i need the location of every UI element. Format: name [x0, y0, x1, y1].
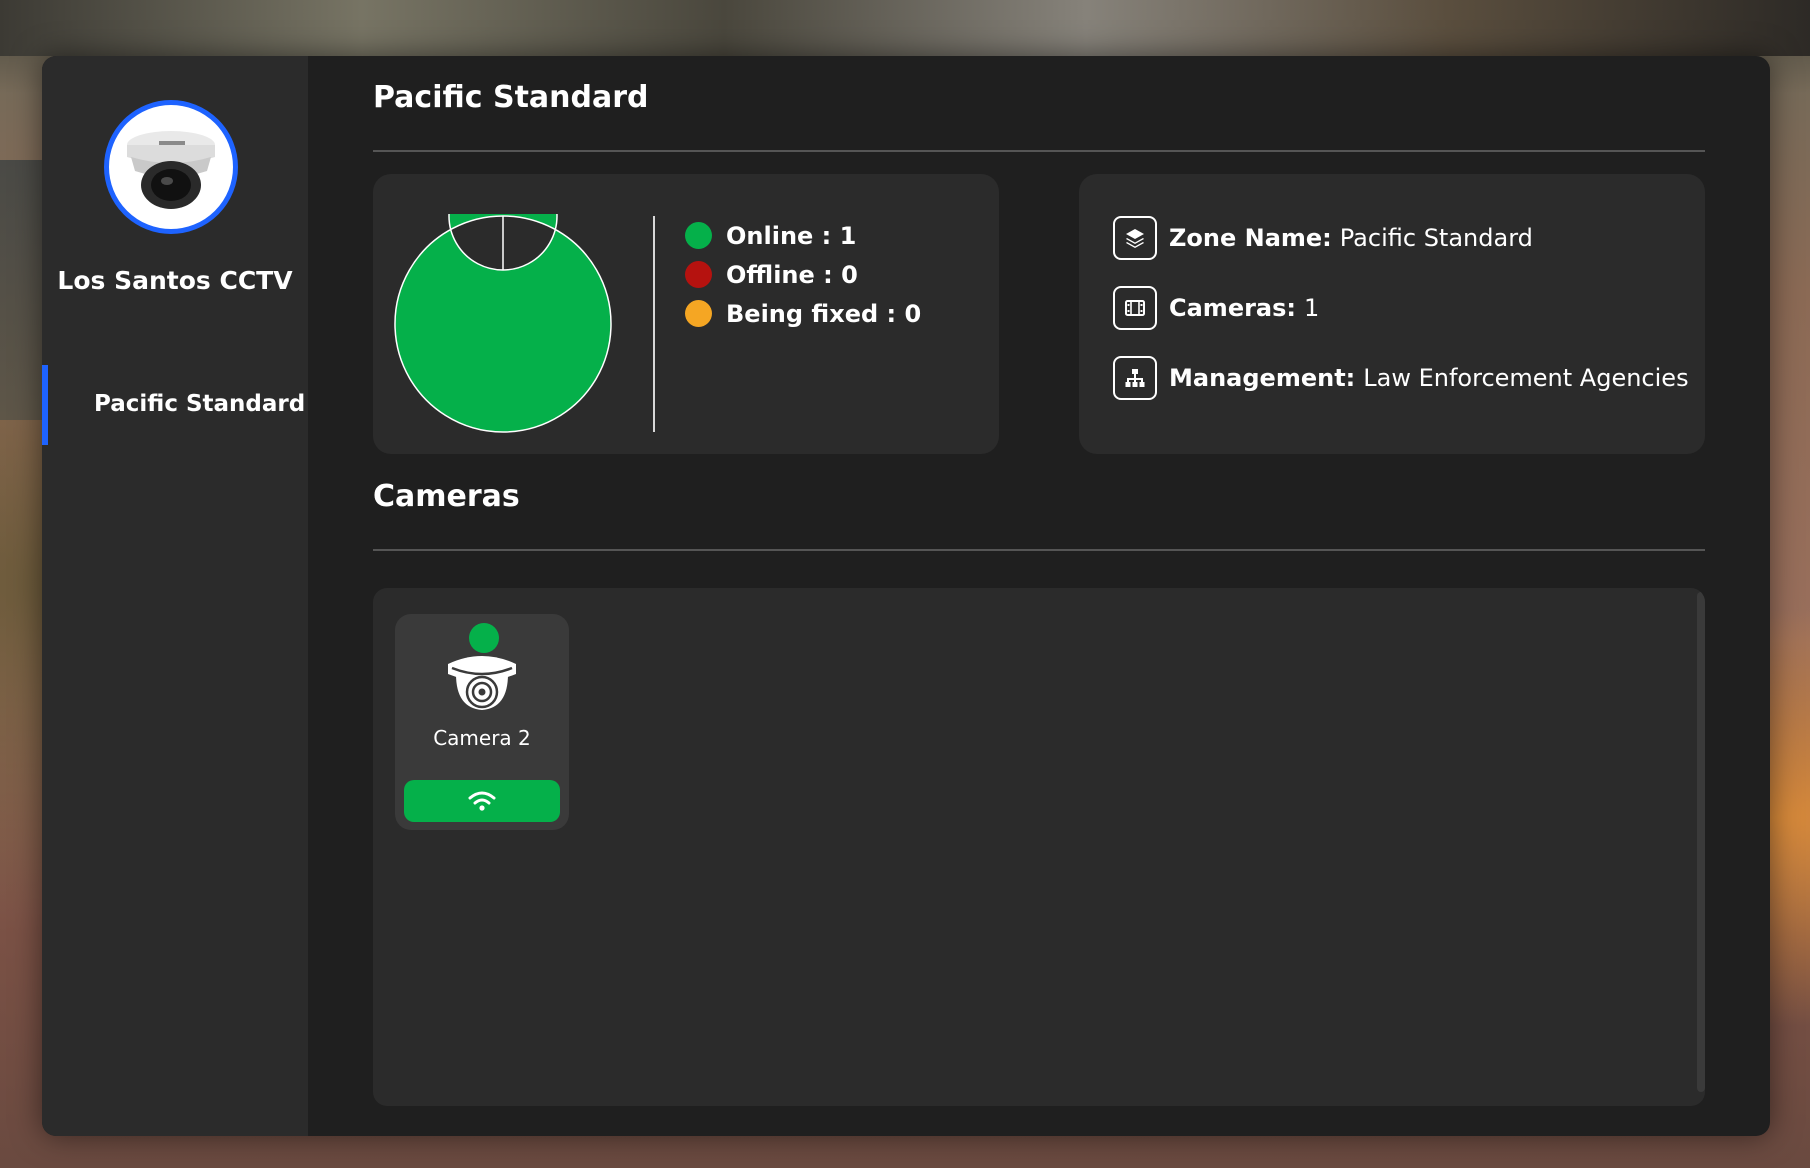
cameras-grid: Camera 2 [373, 588, 1705, 1106]
zone-name-value: Pacific Standard [1339, 224, 1533, 252]
page-title: Pacific Standard [373, 80, 649, 115]
camera-connect-button[interactable] [404, 780, 560, 822]
cameras-divider [373, 549, 1705, 551]
sidebar-item-label: Pacific Standard [94, 391, 306, 417]
status-legend: Online : 1 Offline : 0 Being fixed : 0 [685, 216, 921, 333]
legend-online: Online : 1 [685, 216, 921, 255]
offline-dot-icon [685, 261, 712, 288]
management-value: Law Enforcement Agencies [1363, 364, 1689, 392]
offline-count: Offline : 0 [726, 260, 858, 289]
management-row: Management: Law Enforcement Agencies [1113, 356, 1689, 400]
zone-name-row: Zone Name: Pacific Standard [1113, 216, 1533, 260]
main-content: Pacific Standard Online : 1 Offline : 0 … [308, 56, 1770, 1136]
management-key: Management: [1169, 364, 1356, 392]
cameras-key: Cameras: [1169, 294, 1297, 322]
status-summary-card: Online : 1 Offline : 0 Being fixed : 0 [373, 161, 999, 454]
cameras-value: 1 [1304, 294, 1320, 322]
camera-card[interactable]: Camera 2 [395, 614, 569, 830]
wifi-icon [468, 791, 496, 811]
legend-offline: Offline : 0 [685, 255, 921, 294]
sidebar: Los Santos CCTV Pacific Standard [42, 56, 308, 1136]
cameras-count-row: Cameras: 1 [1113, 286, 1319, 330]
online-count: Online : 1 [726, 221, 857, 250]
being-fixed-count: Being fixed : 0 [726, 299, 922, 328]
security-camera-logo-icon [127, 131, 215, 209]
title-divider [373, 150, 1705, 152]
zone-info-card: Zone Name: Pacific Standard Cameras: 1 M… [1079, 174, 1705, 454]
org-chart-icon [1113, 356, 1157, 400]
active-indicator [42, 365, 48, 445]
layers-icon [1113, 216, 1157, 260]
legend-being-fixed: Being fixed : 0 [685, 294, 921, 333]
logo [104, 100, 238, 234]
camera-status-online-icon [469, 623, 499, 653]
chart-divider [653, 216, 655, 432]
online-dot-icon [685, 222, 712, 249]
cameras-section-title: Cameras [373, 479, 520, 514]
background-street [0, 0, 1810, 56]
being-fixed-dot-icon [685, 300, 712, 327]
zone-name-key: Zone Name: [1169, 224, 1332, 252]
camera-name: Camera 2 [433, 726, 531, 750]
background-road [0, 160, 42, 420]
film-icon [1113, 286, 1157, 330]
cctv-panel: Los Santos CCTV Pacific Standard Pacific… [42, 56, 1770, 1136]
status-donut-chart [393, 161, 613, 434]
app-brand-title: Los Santos CCTV [57, 266, 293, 295]
sidebar-item-pacific-standard[interactable]: Pacific Standard [42, 365, 308, 445]
cameras-scrollbar[interactable] [1697, 592, 1705, 1092]
